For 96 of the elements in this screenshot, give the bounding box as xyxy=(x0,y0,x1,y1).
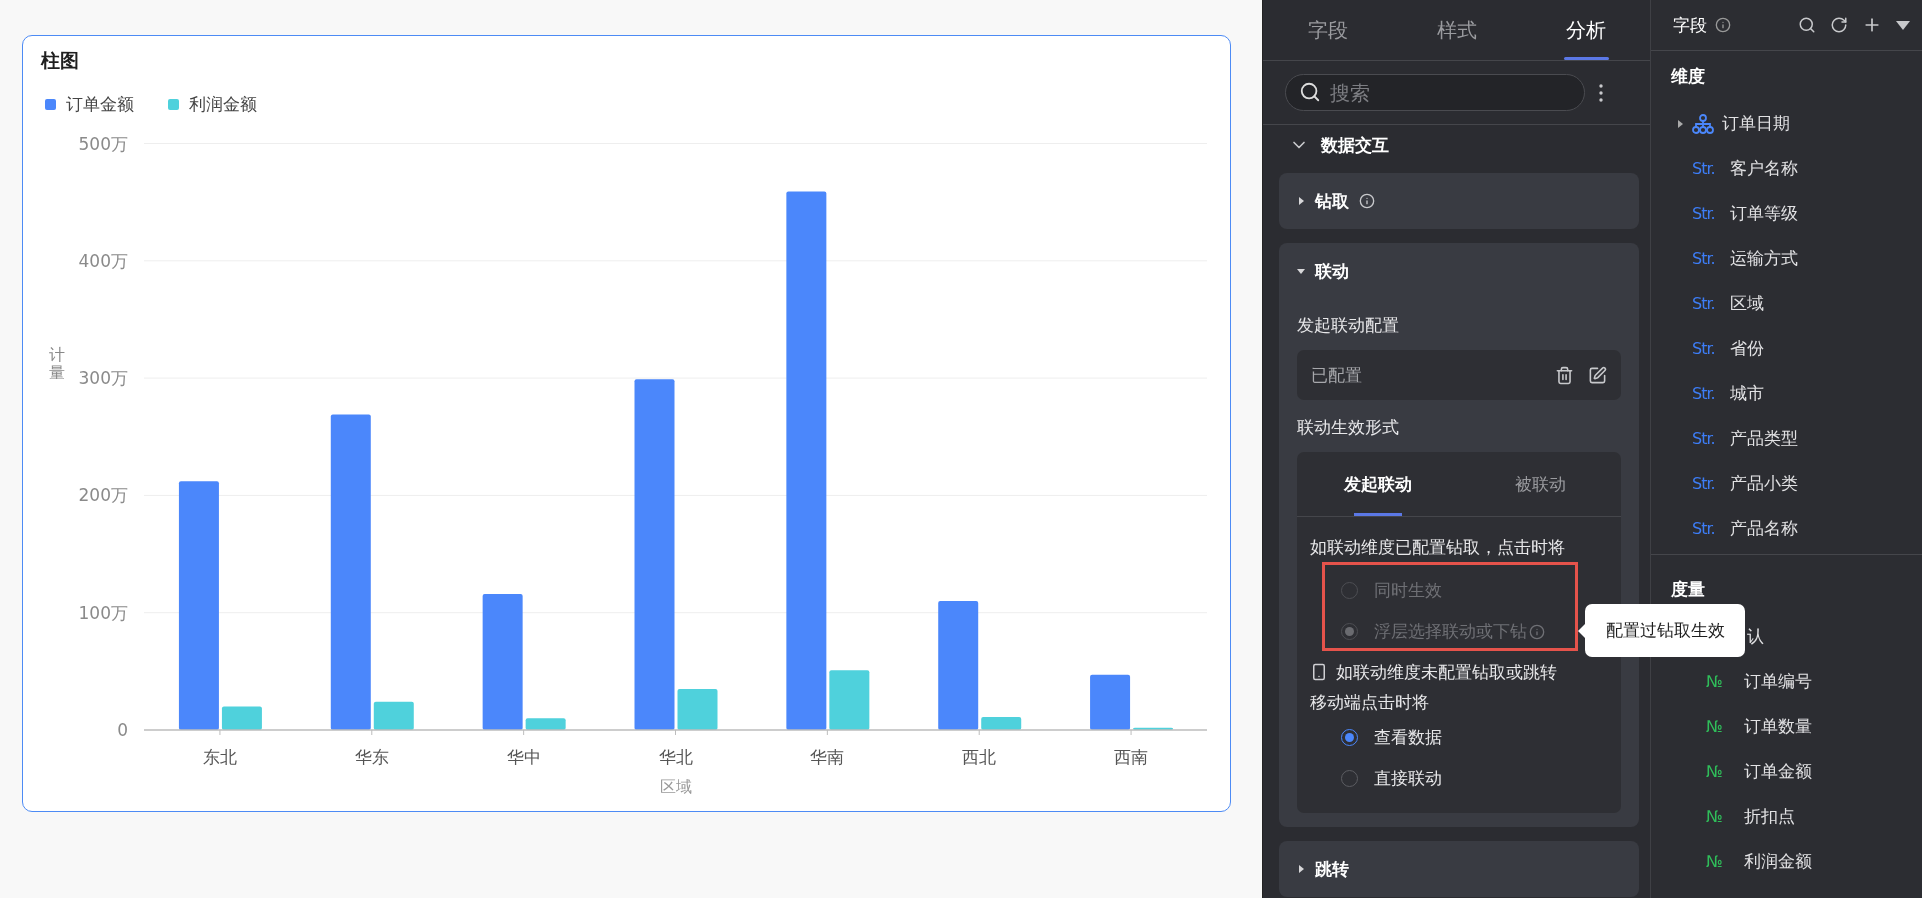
field-item[interactable]: № 利润金额 xyxy=(1651,839,1922,884)
field-label: 联动生效形式 xyxy=(1297,416,1400,439)
caret-icon[interactable] xyxy=(1297,865,1305,873)
bar[interactable] xyxy=(634,379,675,730)
field-item[interactable]: Str. 区域 xyxy=(1651,281,1922,326)
field-label: 发起联动配置 xyxy=(1297,314,1400,337)
y-tick-label: 100万 xyxy=(78,602,128,623)
bar[interactable] xyxy=(330,414,371,730)
type-tag: Str. xyxy=(1692,249,1722,268)
field-item[interactable]: Str. 产品名称 xyxy=(1651,506,1922,551)
y-tick-label: 400万 xyxy=(78,250,128,271)
field-item[interactable]: № 折扣点 xyxy=(1651,794,1922,839)
bar[interactable] xyxy=(786,191,827,730)
chart-title: 柱图 xyxy=(39,48,80,73)
bar[interactable] xyxy=(221,706,262,730)
group-title: 维度 xyxy=(1670,64,1706,88)
type-tag: № xyxy=(1706,807,1736,826)
x-tick-label: 西北 xyxy=(962,747,997,767)
config-field[interactable]: 已配置 xyxy=(1297,350,1621,400)
y-tick-label: 500万 xyxy=(78,133,128,154)
type-tag: Str. xyxy=(1692,204,1722,223)
field-item[interactable]: № 订单数量 xyxy=(1651,704,1922,749)
bar[interactable] xyxy=(677,688,718,730)
x-tick-label: 华中 xyxy=(506,747,541,767)
section-title[interactable]: 联动 xyxy=(1315,259,1349,283)
x-axis-title: 区域 xyxy=(659,777,692,796)
y-tick-label: 300万 xyxy=(78,368,128,389)
trash-icon[interactable] xyxy=(1555,365,1574,385)
field-item[interactable]: № 订单编号 xyxy=(1651,659,1922,704)
hint-text: 如联动维度已配置钻取，点击时将 xyxy=(1310,536,1566,559)
bar[interactable] xyxy=(1133,727,1174,730)
y-tick-label: 0 xyxy=(117,720,128,740)
legend-item[interactable]: 订单金额 xyxy=(45,92,134,116)
type-tag: № xyxy=(1706,852,1736,871)
radio-label: 浮层选择联动或下钻 xyxy=(1374,620,1527,643)
more-icon[interactable] xyxy=(1599,83,1603,102)
radio-label: 同时生效 xyxy=(1374,579,1442,602)
type-tag: Str. xyxy=(1692,384,1722,403)
field-item[interactable]: Str. 客户名称 xyxy=(1651,146,1922,191)
hierarchy-icon xyxy=(1692,113,1714,134)
hint-text: 如联动维度未配置钻取或跳转移动端点击时将 xyxy=(1310,661,1557,714)
bar[interactable] xyxy=(482,593,523,730)
field-item[interactable]: Str. 运输方式 xyxy=(1651,236,1922,281)
type-tag: № xyxy=(1706,717,1736,736)
tab[interactable]: 分析 xyxy=(1521,0,1650,60)
tab[interactable]: 样式 xyxy=(1392,0,1521,60)
type-tag: Str. xyxy=(1692,159,1722,178)
caret-icon[interactable] xyxy=(1896,20,1910,30)
section-title[interactable]: 跳转 xyxy=(1315,857,1349,881)
refresh-icon[interactable] xyxy=(1830,16,1848,34)
type-tag: Str. xyxy=(1692,294,1722,313)
field-item[interactable]: 订单日期 xyxy=(1651,101,1922,146)
field-item[interactable]: Str. 产品小类 xyxy=(1651,461,1922,506)
tooltip: 配置过钻取生效 xyxy=(1578,604,1745,657)
bar[interactable] xyxy=(178,481,219,730)
phone-icon xyxy=(1310,663,1328,681)
radio-label: 直接联动 xyxy=(1374,767,1442,790)
tab[interactable]: 被联动 xyxy=(1459,452,1621,516)
field-item[interactable]: Str. 产品类型 xyxy=(1651,416,1922,461)
info-icon[interactable] xyxy=(1359,193,1375,209)
x-tick-label: 华南 xyxy=(810,747,845,767)
panel-title: 字段 xyxy=(1673,13,1707,37)
section-title[interactable]: 钻取 xyxy=(1315,189,1349,213)
field-item[interactable]: Str. 城市 xyxy=(1651,371,1922,416)
y-axis-title: 计量 xyxy=(49,345,65,382)
info-icon[interactable] xyxy=(1715,17,1731,33)
y-tick-label: 200万 xyxy=(78,485,128,506)
radio-label: 查看数据 xyxy=(1374,726,1442,749)
field-item[interactable]: № 订单金额 xyxy=(1651,749,1922,794)
type-tag: № xyxy=(1706,672,1736,691)
type-tag: Str. xyxy=(1692,474,1722,493)
type-tag: Str. xyxy=(1692,339,1722,358)
group-title: 度量 xyxy=(1670,577,1706,601)
tab[interactable]: 字段 xyxy=(1263,0,1392,60)
type-tag: Str. xyxy=(1692,519,1722,538)
search-icon xyxy=(1299,81,1321,103)
bar[interactable] xyxy=(1090,674,1131,730)
caret-icon[interactable] xyxy=(1297,197,1305,205)
type-tag: № xyxy=(1706,762,1736,781)
search-field[interactable]: 搜索 xyxy=(1285,74,1585,111)
search-icon[interactable] xyxy=(1798,16,1816,34)
caret-icon[interactable] xyxy=(1676,119,1684,128)
legend-item[interactable]: 利润金额 xyxy=(168,92,257,116)
x-tick-label: 华东 xyxy=(354,747,389,767)
tab[interactable]: 发起联动 xyxy=(1297,452,1459,516)
x-tick-label: 华北 xyxy=(658,747,693,767)
bar[interactable] xyxy=(373,701,414,730)
field-item[interactable]: Str. 省份 xyxy=(1651,326,1922,371)
group-title[interactable]: 数据交互 xyxy=(1321,133,1389,157)
edit-icon[interactable] xyxy=(1588,365,1607,385)
x-tick-label: 西南 xyxy=(1114,747,1149,767)
field-item[interactable]: Str. 订单等级 xyxy=(1651,191,1922,236)
type-tag: Str. xyxy=(1692,429,1722,448)
x-tick-label: 东北 xyxy=(202,747,237,767)
bar[interactable] xyxy=(938,600,979,730)
caret-icon[interactable] xyxy=(1297,267,1305,275)
